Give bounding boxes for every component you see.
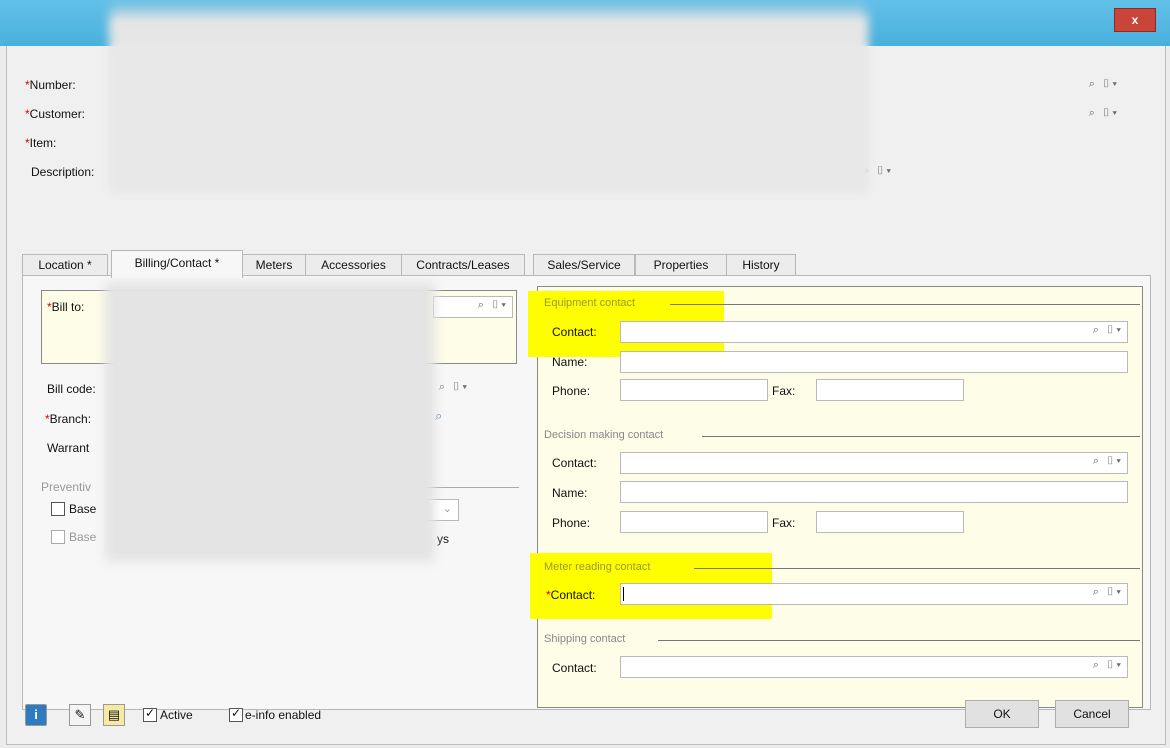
meter-divider xyxy=(694,568,1140,569)
shipping-contact-field[interactable]: ⌕ ▯▾ xyxy=(620,656,1128,678)
days-label: ys xyxy=(437,532,449,546)
decision-fax-field[interactable] xyxy=(816,511,964,533)
item-label: *Item: xyxy=(25,136,57,150)
note-icon[interactable]: ▤ xyxy=(103,704,125,726)
equipment-phone-label: Phone: xyxy=(552,384,591,398)
tab-accessories[interactable]: Accessories xyxy=(305,254,402,276)
shipping-contact-label: Contact: xyxy=(552,661,597,675)
tab-location[interactable]: Location * xyxy=(22,254,108,276)
base-label-2: Base xyxy=(69,530,97,544)
customer-label: *Customer: xyxy=(25,107,86,121)
redacted-billing-block xyxy=(105,282,435,562)
contact-panel: Equipment contact Contact: ⌕ ▯▾ Name: Ph… xyxy=(528,286,1143,708)
preventive-label: Preventiv xyxy=(41,480,92,494)
decision-name-field[interactable] xyxy=(620,481,1128,503)
decision-section-label: Decision making contact xyxy=(544,429,664,441)
equipment-contact-field[interactable]: ⌕ ▯▾ xyxy=(620,321,1128,343)
text-cursor xyxy=(623,587,624,601)
tab-history[interactable]: History xyxy=(726,254,796,276)
dialog-window: *Number: *Customer: *Item: Description: … xyxy=(6,16,1166,745)
close-button[interactable]: x xyxy=(1114,8,1156,32)
info-icon[interactable]: i xyxy=(25,704,47,726)
decision-divider xyxy=(702,436,1140,437)
tab-properties[interactable]: Properties xyxy=(635,254,727,276)
customer-field[interactable]: ⌕ ▯▾ xyxy=(863,105,1123,125)
shipping-divider xyxy=(658,640,1140,641)
ok-button[interactable]: OK xyxy=(965,700,1039,728)
branch-label: *Branch: xyxy=(45,412,92,426)
equipment-fax-field[interactable] xyxy=(816,379,964,401)
number-label: *Number: xyxy=(25,78,76,92)
equipment-fax-label: Fax: xyxy=(772,384,796,398)
equipment-name-label: Name: xyxy=(552,355,588,369)
decision-fax-label: Fax: xyxy=(772,516,796,530)
equipment-divider xyxy=(670,304,1140,305)
lookup-icon[interactable]: ⌕ ▯▾ xyxy=(478,299,508,312)
branch-search-icon[interactable]: ⌕ xyxy=(435,408,442,424)
active-checkbox[interactable] xyxy=(143,706,157,722)
equipment-section-label: Equipment contact xyxy=(544,297,636,309)
decision-phone-label: Phone: xyxy=(552,516,591,530)
base-checkbox-1[interactable] xyxy=(51,502,65,516)
bill-code-label: Bill code: xyxy=(47,382,96,396)
bill-code-field[interactable]: ⌕ ▯▾ xyxy=(433,379,473,399)
lookup-icon[interactable]: ⌕ ▯▾ xyxy=(1089,78,1119,91)
base-checkbox-2[interactable] xyxy=(51,530,65,544)
cancel-button[interactable]: Cancel xyxy=(1055,700,1129,728)
dropdown-icon[interactable]: ⌕ ▯▾ xyxy=(863,165,893,178)
meter-section-label: Meter reading contact xyxy=(544,561,651,573)
bill-to-field[interactable]: ⌕ ▯▾ xyxy=(433,296,513,318)
number-field[interactable]: ⌕ ▯▾ xyxy=(863,76,1123,96)
base-label-1: Base xyxy=(69,502,97,516)
decision-contact-label: Contact: xyxy=(552,456,597,470)
einfo-label: e-info enabled xyxy=(245,708,322,722)
lookup-icon[interactable]: ⌕ ▯▾ xyxy=(1093,455,1123,468)
lookup-icon[interactable]: ⌕ ▯▾ xyxy=(1093,324,1123,337)
tab-meters[interactable]: Meters xyxy=(242,254,306,276)
meter-contact-label: *Contact: xyxy=(546,588,596,602)
description-label: Description: xyxy=(31,165,95,179)
tab-contracts-leases[interactable]: Contracts/Leases xyxy=(401,254,525,276)
decision-contact-field[interactable]: ⌕ ▯▾ xyxy=(620,452,1128,474)
lookup-icon[interactable]: ⌕ ▯▾ xyxy=(1089,107,1119,120)
shipping-section-label: Shipping contact xyxy=(544,633,626,645)
chevron-down-icon[interactable]: ⌄ xyxy=(443,502,454,515)
tab-sales-service[interactable]: Sales/Service xyxy=(533,254,635,276)
bill-to-label: *Bill to: xyxy=(47,300,85,314)
lookup-icon[interactable]: ⌕ ▯▾ xyxy=(1093,586,1123,599)
decision-name-label: Name: xyxy=(552,486,588,500)
redacted-overlay xyxy=(111,44,867,190)
lookup-icon[interactable]: ⌕ ▯▾ xyxy=(1093,659,1123,672)
dropdown-icon[interactable]: ⌕ ▯▾ xyxy=(439,381,469,394)
active-label: Active xyxy=(160,708,193,722)
einfo-checkbox[interactable] xyxy=(229,706,243,722)
warranty-label: Warrant xyxy=(47,441,90,455)
equipment-name-field[interactable] xyxy=(620,351,1128,373)
tab-billing-contact[interactable]: Billing/Contact * xyxy=(111,250,243,278)
equipment-phone-field[interactable] xyxy=(620,379,768,401)
equipment-contact-label: Contact: xyxy=(552,325,597,339)
meter-contact-field[interactable]: ⌕ ▯▾ xyxy=(620,583,1128,605)
decision-phone-field[interactable] xyxy=(620,511,768,533)
attachment-icon[interactable]: ✎ xyxy=(69,704,91,726)
